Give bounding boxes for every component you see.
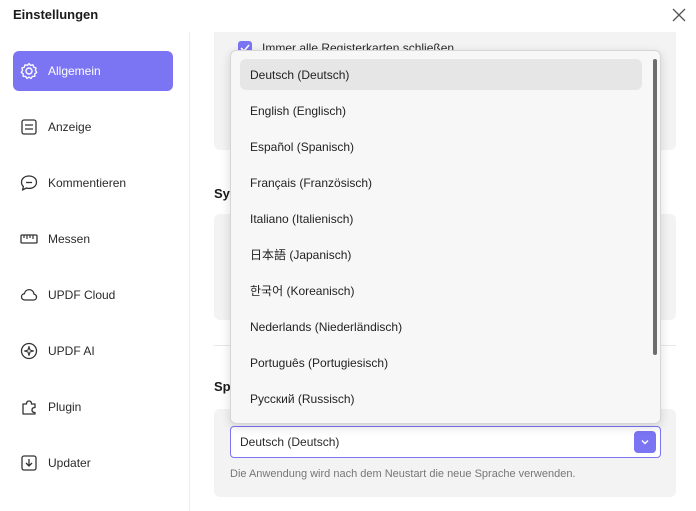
language-hint-text: Die Anwendung wird nach dem Neustart die… [230, 468, 576, 480]
sidebar-item-label: UPDF Cloud [48, 288, 116, 302]
sidebar-item-anzeige[interactable]: Anzeige [13, 107, 173, 147]
ruler-icon [19, 229, 39, 249]
dropdown-scrollbar[interactable] [653, 59, 657, 355]
sidebar-item-label: UPDF AI [48, 344, 95, 358]
language-option-it[interactable]: Italiano (Italienisch) [240, 203, 642, 234]
language-dropdown-list[interactable]: Deutsch (Deutsch) English (Englisch) Esp… [230, 50, 661, 424]
language-option-ru[interactable]: Русский (Russisch) [240, 383, 642, 414]
sidebar-item-allgemein[interactable]: Allgemein [13, 51, 173, 91]
sidebar-item-label: Anzeige [48, 120, 92, 134]
language-option-ko[interactable]: 한국어 (Koreanisch) [240, 275, 642, 306]
language-option-de[interactable]: Deutsch (Deutsch) [240, 59, 642, 90]
language-select-value: Deutsch (Deutsch) [240, 435, 340, 449]
language-option-nl[interactable]: Nederlands (Niederländisch) [240, 311, 642, 342]
sidebar-item-updf-cloud[interactable]: UPDF Cloud [13, 275, 173, 315]
close-icon[interactable] [670, 6, 688, 24]
sidebar-item-label: Plugin [48, 400, 82, 414]
sidebar-item-label: Messen [48, 232, 91, 246]
language-select[interactable]: Deutsch (Deutsch) [230, 426, 661, 458]
sidebar-item-kommentieren[interactable]: Kommentieren [13, 163, 173, 203]
cloud-icon [19, 285, 39, 305]
comment-icon [19, 173, 39, 193]
window-title: Einstellungen [13, 7, 99, 22]
sidebar-item-label: Allgemein [48, 64, 101, 78]
settings-sidebar: Allgemein Anzeige Kommentieren Messen UP… [0, 32, 190, 511]
chevron-down-icon[interactable] [634, 431, 656, 453]
updater-icon [19, 453, 39, 473]
sidebar-item-label: Updater [48, 456, 91, 470]
plugin-icon [19, 397, 39, 417]
gear-icon [19, 61, 39, 81]
sidebar-item-messen[interactable]: Messen [13, 219, 173, 259]
language-option-es[interactable]: Español (Spanisch) [240, 131, 642, 162]
display-icon [19, 117, 39, 137]
language-option-ja[interactable]: 日本語 (Japanisch) [240, 239, 642, 270]
sidebar-item-updf-ai[interactable]: UPDF AI [13, 331, 173, 371]
language-option-en[interactable]: English (Englisch) [240, 95, 642, 126]
sidebar-item-updater[interactable]: Updater [13, 443, 173, 483]
sidebar-item-plugin[interactable]: Plugin [13, 387, 173, 427]
language-option-pt[interactable]: Português (Portugiesisch) [240, 347, 642, 378]
ai-icon [19, 341, 39, 361]
title-bar: Einstellungen [0, 0, 696, 32]
sidebar-item-label: Kommentieren [48, 176, 127, 190]
language-option-fr[interactable]: Français (Französisch) [240, 167, 642, 198]
